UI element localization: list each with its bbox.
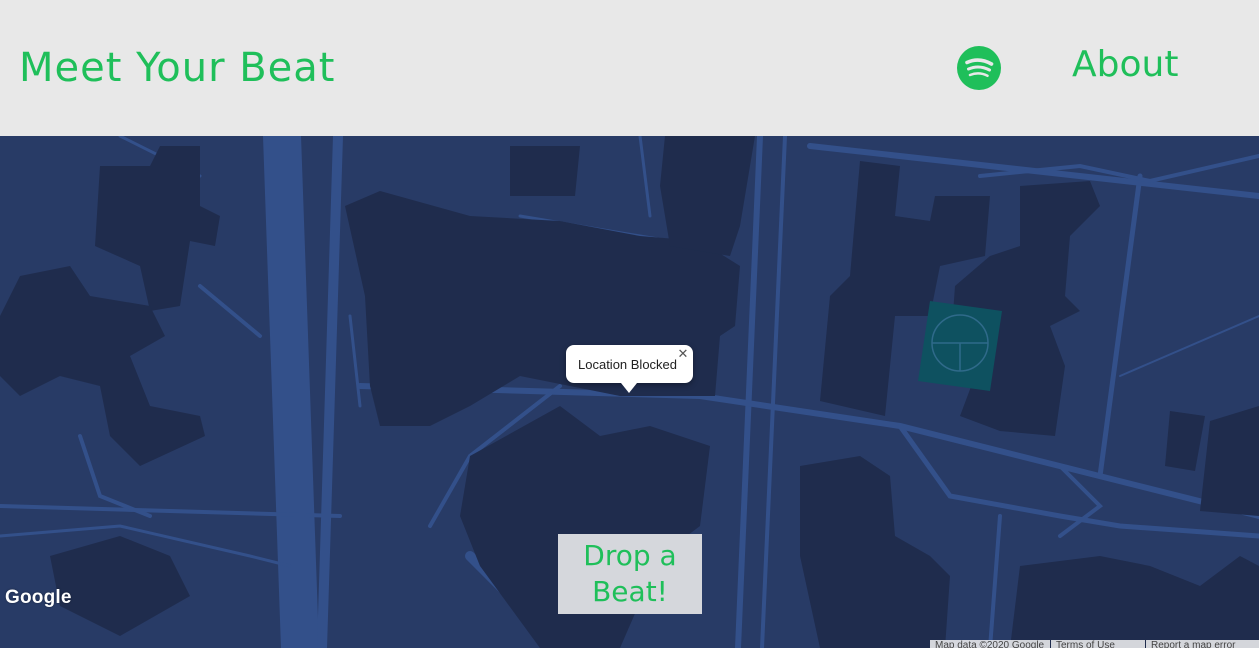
about-link[interactable]: About: [1072, 43, 1178, 87]
spotify-icon[interactable]: [957, 46, 1001, 90]
drop-a-beat-button[interactable]: Drop a Beat!: [558, 534, 702, 614]
top-nav-bar: Meet Your Beat About: [0, 0, 1259, 136]
info-window-text: Location Blocked: [578, 357, 678, 372]
close-icon[interactable]: ✕: [676, 348, 690, 362]
site-title[interactable]: Meet Your Beat: [19, 44, 335, 92]
terms-of-use-link[interactable]: Terms of Use: [1051, 640, 1145, 648]
map-view[interactable]: Location Blocked ✕ Drop a Beat! Google M…: [0, 136, 1259, 648]
map-data-attribution: Map data ©2020 Google: [930, 640, 1050, 648]
info-window-pointer: [621, 383, 637, 393]
drop-button-line1: Drop a: [583, 539, 677, 572]
drop-button-line2: Beat!: [592, 575, 668, 608]
report-map-error-link[interactable]: Report a map error: [1146, 640, 1259, 648]
location-info-window: Location Blocked ✕: [566, 345, 693, 393]
google-logo[interactable]: Google: [5, 587, 72, 609]
